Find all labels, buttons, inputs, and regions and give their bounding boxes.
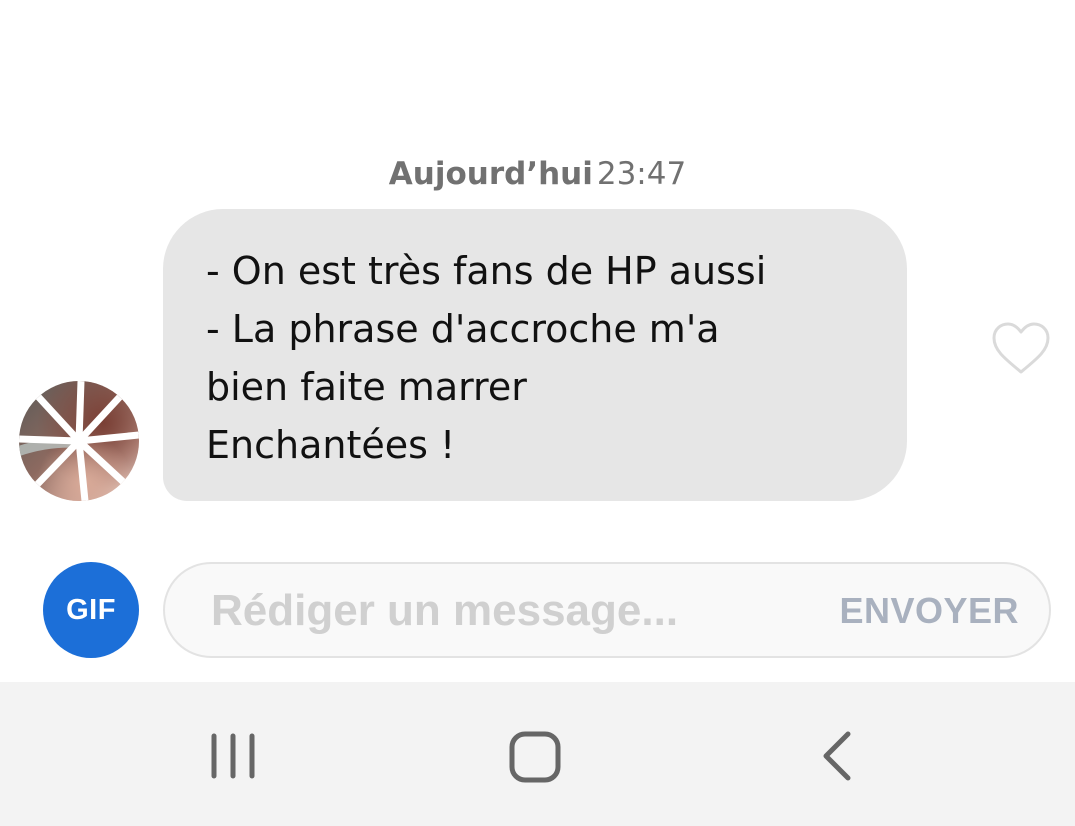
avatar-photo [19, 381, 139, 501]
recents-icon [211, 733, 255, 779]
message-line: - La phrase d'accroche m'a [206, 307, 720, 351]
avatar[interactable] [19, 381, 139, 501]
back-button[interactable] [792, 712, 882, 802]
message-line: - On est très fans de HP aussi [206, 249, 767, 293]
back-icon [823, 731, 851, 781]
timestamp-day: Aujourd’hui [388, 156, 593, 192]
home-button[interactable] [490, 712, 580, 802]
chat-screen: Aujourd’hui 23:47 - On est très fans de … [0, 0, 1075, 826]
gif-button[interactable]: GIF [43, 562, 139, 658]
message-line: Enchantées ! [206, 423, 456, 467]
message-composer: ENVOYER [163, 562, 1051, 658]
message-input[interactable] [211, 582, 811, 640]
home-icon [509, 731, 561, 783]
like-button[interactable] [990, 320, 1052, 378]
message-line: bien faite marrer [206, 365, 527, 409]
timestamp-time: 23:47 [596, 156, 687, 192]
message-timestamp: Aujourd’hui 23:47 [0, 156, 1075, 192]
system-navigation-bar [0, 682, 1075, 826]
recents-button[interactable] [188, 712, 278, 802]
heart-outline-icon [992, 322, 1050, 374]
send-button[interactable]: ENVOYER [839, 590, 1019, 632]
received-message-bubble[interactable]: - On est très fans de HP aussi - La phra… [163, 209, 907, 501]
